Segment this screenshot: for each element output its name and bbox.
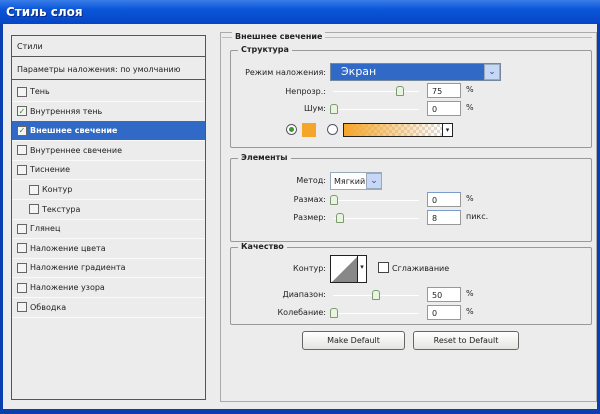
- style-item-label: Наложение узора: [30, 283, 105, 292]
- size-slider[interactable]: [333, 218, 419, 219]
- make-default-button[interactable]: Make Default: [302, 331, 405, 350]
- spread-slider-thumb[interactable]: [330, 195, 338, 205]
- checkbox[interactable]: [17, 86, 27, 97]
- style-item[interactable]: Наложение цвета: [12, 239, 205, 259]
- solid-color-radio[interactable]: [286, 124, 297, 135]
- chevron-down-icon[interactable]: ⌄: [366, 173, 382, 189]
- antialias-checkbox[interactable]: [378, 262, 389, 273]
- antialias-label: Сглаживание: [392, 264, 450, 273]
- opacity-slider-thumb[interactable]: [396, 86, 404, 96]
- gradient-radio[interactable]: [327, 124, 338, 135]
- blend-mode-select[interactable]: Экран: [330, 63, 501, 81]
- spread-unit: %: [466, 194, 474, 203]
- style-item-label: Внутренняя тень: [30, 106, 103, 116]
- style-item[interactable]: Тиснение: [12, 160, 205, 181]
- spread-label: Размах:: [293, 195, 326, 204]
- style-item[interactable]: Наложение узора: [12, 278, 205, 298]
- style-item-label: Наложение цвета: [30, 243, 106, 253]
- checkbox[interactable]: [17, 145, 27, 156]
- method-label: Метод:: [296, 176, 326, 185]
- style-item-label: Тень: [30, 87, 50, 96]
- style-item[interactable]: Контур: [12, 180, 205, 200]
- checkbox[interactable]: [17, 282, 27, 293]
- style-item-label: Наложение градиента: [30, 263, 126, 273]
- spread-slider[interactable]: [333, 200, 419, 201]
- style-item[interactable]: Наложение градиента: [12, 258, 205, 279]
- style-item[interactable]: ✓ Внутренняя тень: [12, 102, 205, 122]
- jitter-input[interactable]: 0: [427, 305, 461, 320]
- gradient-dropdown-arrow-icon[interactable]: ▾: [442, 123, 453, 137]
- glow-color-swatch[interactable]: [302, 123, 316, 137]
- style-item-label: Текстура: [42, 204, 81, 214]
- style-item[interactable]: Глянец: [12, 219, 205, 240]
- styles-list: Стили Параметры наложения: по умолчанию …: [11, 35, 206, 400]
- jitter-slider-thumb[interactable]: [330, 308, 338, 318]
- checkbox[interactable]: [17, 243, 27, 254]
- size-input[interactable]: 8: [427, 210, 461, 225]
- range-input[interactable]: 50: [427, 287, 461, 302]
- jitter-slider[interactable]: [333, 313, 419, 314]
- contour-linear-icon: [332, 256, 358, 282]
- opacity-unit: %: [466, 85, 474, 94]
- noise-slider-thumb[interactable]: [330, 104, 338, 114]
- jitter-label: Колебание:: [277, 308, 327, 317]
- range-unit: %: [466, 289, 474, 298]
- reset-to-default-button[interactable]: Reset to Default: [413, 331, 519, 350]
- style-item-label: Внутреннее свечение: [30, 145, 122, 155]
- contour-dropdown-arrow-icon[interactable]: ▾: [357, 256, 366, 282]
- jitter-unit: %: [466, 307, 474, 316]
- opacity-input[interactable]: 75: [427, 83, 461, 98]
- blend-mode-value: Экран: [341, 65, 377, 78]
- styles-header[interactable]: Стили: [12, 36, 205, 57]
- blend-mode-label: Режим наложения:: [245, 68, 326, 77]
- checkbox[interactable]: [29, 204, 39, 215]
- style-item-label: Внешнее свечение: [30, 126, 118, 136]
- checkbox[interactable]: [17, 302, 27, 313]
- blending-options-item[interactable]: Параметры наложения: по умолчанию: [12, 59, 205, 80]
- gradient-picker[interactable]: [343, 123, 453, 137]
- style-item[interactable]: Текстура: [12, 200, 205, 220]
- checkbox-checked[interactable]: ✓: [17, 106, 27, 117]
- checkbox[interactable]: [17, 223, 27, 234]
- size-unit: пикс.: [466, 212, 489, 221]
- panel-title: Внешнее свечение: [232, 32, 326, 41]
- style-item[interactable]: Внутреннее свечение: [12, 141, 205, 161]
- noise-label: Шум:: [303, 104, 326, 113]
- range-label: Диапазон:: [282, 290, 326, 299]
- method-value: Мягкий: [334, 177, 366, 186]
- quality-legend: Качество: [238, 242, 287, 251]
- style-item[interactable]: ✓ Внешнее свечение: [12, 121, 205, 142]
- range-slider-thumb[interactable]: [372, 290, 380, 300]
- style-item[interactable]: Обводка: [12, 298, 205, 318]
- style-item-label: Контур: [42, 185, 73, 194]
- checkbox-checked[interactable]: ✓: [17, 125, 27, 136]
- spread-input[interactable]: 0: [427, 192, 461, 207]
- size-label: Размер:: [293, 213, 326, 222]
- checkbox[interactable]: [17, 164, 27, 175]
- checkbox[interactable]: [29, 184, 39, 195]
- noise-input[interactable]: 0: [427, 101, 461, 116]
- style-item-label: Глянец: [30, 224, 61, 234]
- chevron-down-icon[interactable]: ⌄: [484, 64, 500, 80]
- opacity-slider[interactable]: [333, 91, 419, 92]
- title-bar: Стиль слоя: [0, 0, 600, 24]
- contour-label: Контур:: [293, 264, 326, 273]
- structure-legend: Структура: [238, 45, 292, 54]
- contour-picker[interactable]: ▾: [330, 255, 367, 283]
- elements-legend: Элементы: [238, 153, 291, 162]
- noise-unit: %: [466, 103, 474, 112]
- style-item-label: Тиснение: [30, 165, 70, 175]
- size-slider-thumb[interactable]: [336, 213, 344, 223]
- style-item-label: Обводка: [30, 302, 67, 312]
- style-item[interactable]: Тень: [12, 82, 205, 102]
- checkbox[interactable]: [17, 262, 27, 273]
- noise-slider[interactable]: [333, 109, 419, 110]
- opacity-label: Непрозр.:: [285, 87, 326, 96]
